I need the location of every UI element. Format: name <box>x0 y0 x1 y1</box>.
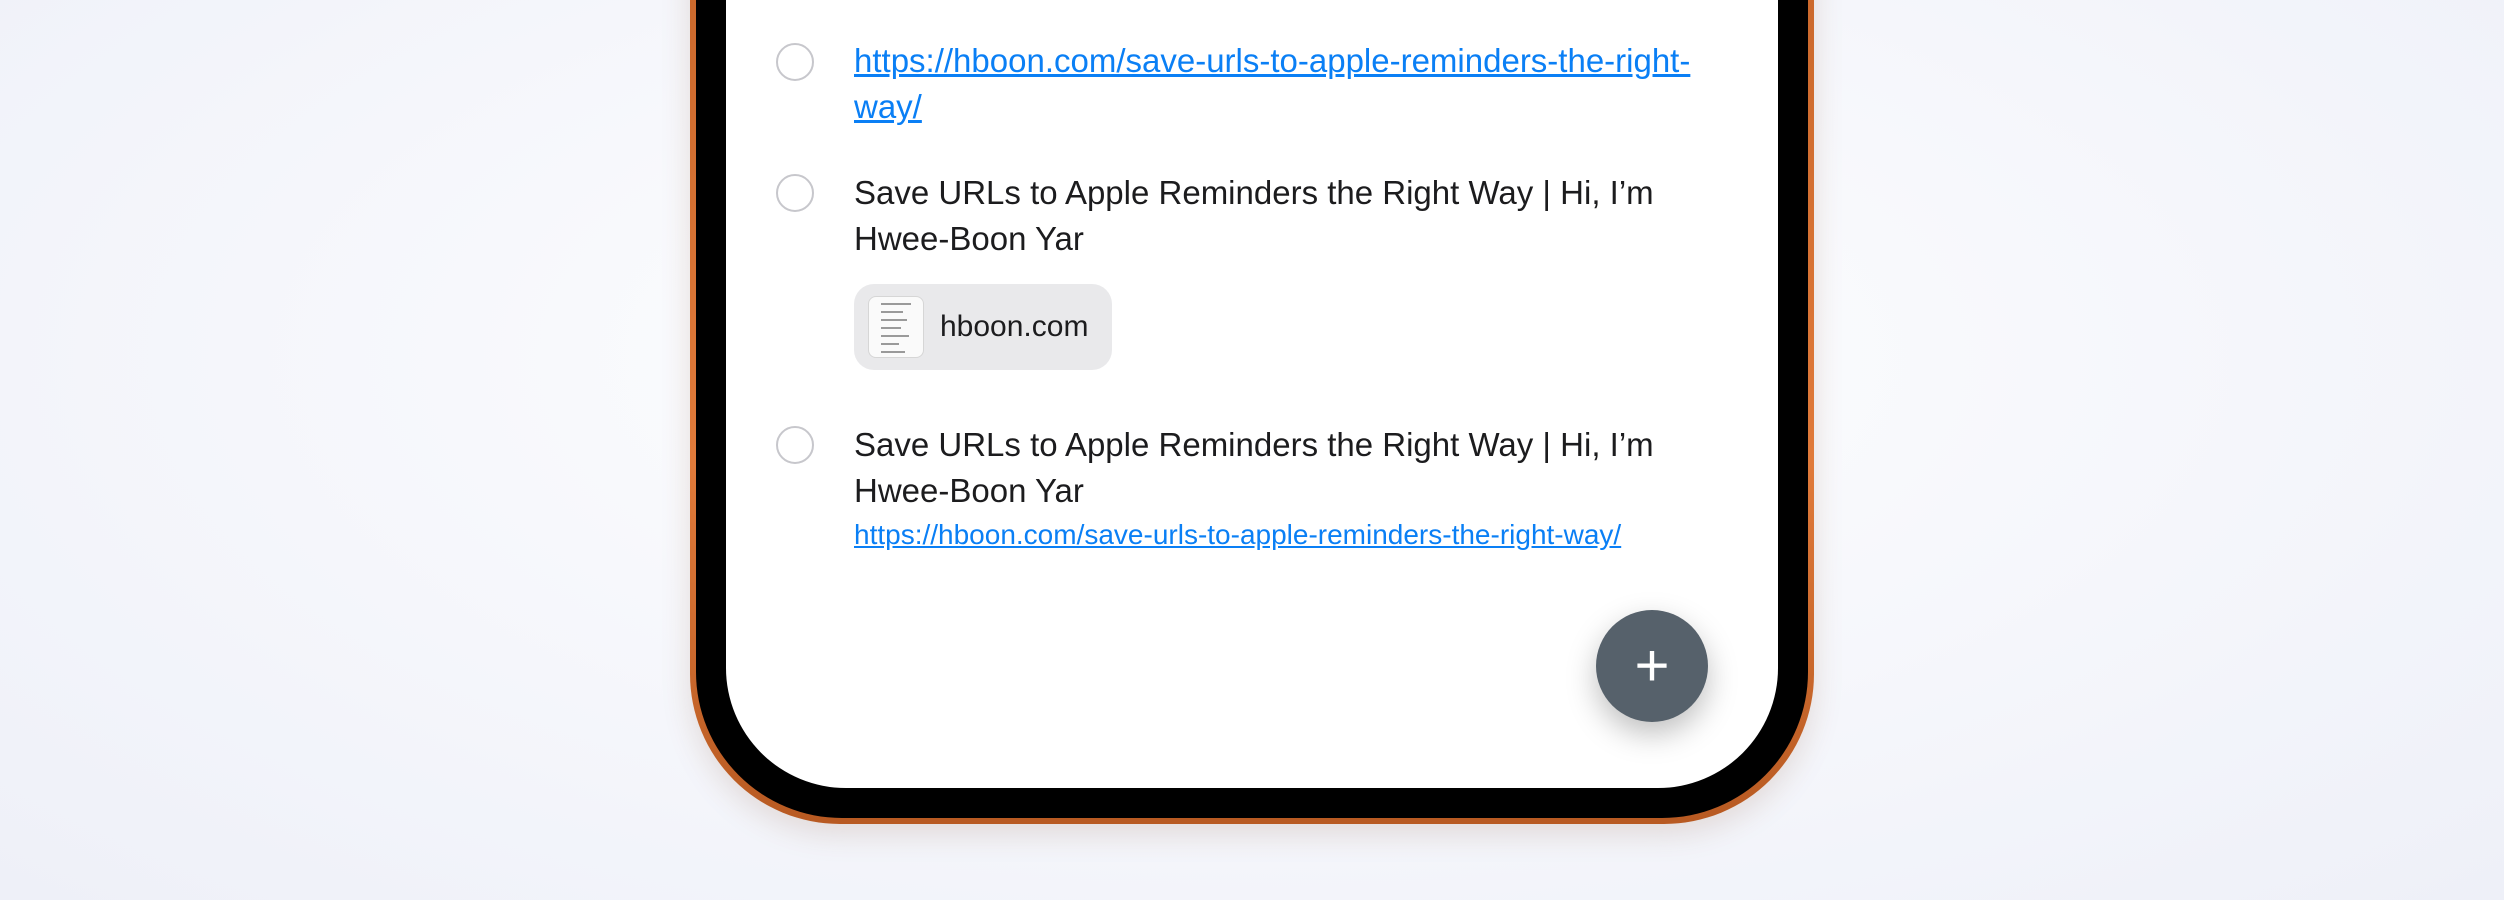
reminder-title-link[interactable]: https://hboon.com/save-urls-to-apple-rem… <box>854 42 1690 125</box>
completion-circle[interactable] <box>776 43 814 81</box>
add-reminder-button[interactable]: + <box>1596 610 1708 722</box>
completion-circle[interactable] <box>776 426 814 464</box>
reminder-title: Save URLs to Apple Reminders the Right W… <box>854 174 1654 257</box>
reminder-url-link[interactable]: https://hboon.com/save-urls-to-apple-rem… <box>854 519 1621 550</box>
webpage-thumbnail-icon <box>868 296 924 358</box>
reminder-title: Save URLs to Apple Reminders the Right W… <box>854 426 1654 509</box>
reminder-url: https://hboon.com/save-urls-to-apple-rem… <box>854 514 1734 554</box>
plus-icon: + <box>1634 632 1670 699</box>
completion-circle[interactable] <box>776 174 814 212</box>
attachment-label: hboon.com <box>940 310 1089 343</box>
reminder-title: https://hboon.com/save-urls-to-apple-rem… <box>854 38 1734 130</box>
url-attachment-chip[interactable]: hboon.com <box>854 284 1112 370</box>
